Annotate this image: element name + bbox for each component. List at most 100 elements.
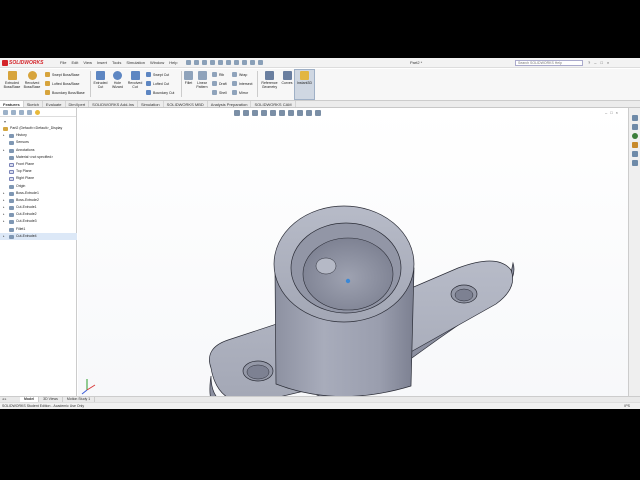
graphics-area[interactable]: – □ ×: [78, 108, 628, 396]
tree-item[interactable]: ▸ Annotations: [0, 147, 77, 154]
tab-evaluate[interactable]: Evaluate: [43, 101, 66, 107]
tree-item[interactable]: Origin: [0, 183, 77, 190]
save-icon[interactable]: [210, 60, 215, 65]
tab-features[interactable]: Features: [0, 101, 24, 107]
view-palette-icon[interactable]: [632, 142, 638, 148]
menu-edit[interactable]: Edit: [71, 60, 78, 65]
menu-view[interactable]: View: [83, 60, 92, 65]
rebuild-icon[interactable]: [242, 60, 247, 65]
intersect-button[interactable]: Intersect: [232, 81, 252, 86]
boundary-cut-button[interactable]: Boundary Cut: [146, 90, 174, 95]
dimxpert-manager-icon[interactable]: [27, 110, 32, 115]
search-input[interactable]: Search SOLIDWORKS Help: [515, 60, 583, 66]
display-manager-icon[interactable]: [35, 110, 40, 115]
menu-insert[interactable]: Insert: [97, 60, 107, 65]
tree-item[interactable]: Material <not specified>: [0, 154, 77, 161]
tree-item[interactable]: Part2 (Default<<Default>_Display: [0, 125, 77, 132]
select-icon[interactable]: [234, 60, 239, 65]
tree-item[interactable]: ▸ Cut-Extrude1: [0, 204, 77, 211]
expand-caret-icon[interactable]: ▸: [3, 204, 5, 211]
intersect-label: Intersect: [239, 81, 253, 86]
appearances-icon[interactable]: [632, 151, 638, 157]
tree-item[interactable]: ▸ Cut-Extrude3: [0, 218, 77, 225]
expand-caret-icon[interactable]: ▸: [3, 233, 5, 240]
curves-button[interactable]: Curves: [281, 71, 293, 85]
swept-cut-button[interactable]: Swept Cut: [146, 72, 169, 77]
rib-button[interactable]: Rib: [212, 72, 224, 77]
draft-button[interactable]: Draft: [212, 81, 227, 86]
hole-wizard-button[interactable]: Hole Wizard: [110, 71, 125, 89]
expand-caret-icon[interactable]: ▸: [3, 190, 5, 197]
feature-manager-icon[interactable]: [3, 110, 8, 115]
part-model[interactable]: [78, 108, 628, 396]
help-icon[interactable]: ?: [588, 60, 590, 65]
property-manager-icon[interactable]: [11, 110, 16, 115]
tab-sketch[interactable]: Sketch: [24, 101, 43, 107]
tree-item-label: Material <not specified>: [16, 154, 54, 159]
tree-item[interactable]: ▸ Boss-Extrude2: [0, 197, 77, 204]
expand-caret-icon[interactable]: ▸: [3, 218, 5, 225]
fillet-button[interactable]: Fillet: [183, 71, 194, 85]
tree-item-label: Annotations: [16, 147, 35, 152]
new-document-icon[interactable]: [194, 60, 199, 65]
revolved-cut-button[interactable]: Revolved Cut: [127, 71, 143, 89]
undo-icon[interactable]: [226, 60, 231, 65]
lofted-cut-button[interactable]: Lofted Cut: [146, 81, 169, 86]
tree-item[interactable]: Sensors: [0, 139, 77, 146]
tab-simulation[interactable]: Simulation: [138, 101, 164, 107]
menu-tools[interactable]: Tools: [112, 60, 121, 65]
minimize-button[interactable]: –: [594, 60, 596, 65]
revolved-boss-button[interactable]: Revolved Boss/Base: [22, 71, 42, 89]
expand-caret-icon[interactable]: ▸: [3, 197, 5, 204]
origin-marker: [345, 278, 351, 284]
tree-item[interactable]: ▸ Cut-Extrude4: [0, 232, 77, 240]
mirror-button[interactable]: Mirror: [232, 90, 248, 95]
tab-addins[interactable]: SOLIDWORKS Add-Ins: [89, 101, 138, 107]
tree-item[interactable]: ▸ Boss-Extrude1: [0, 190, 77, 197]
lofted-boss-button[interactable]: Lofted Boss/Base: [45, 81, 79, 86]
configuration-manager-icon[interactable]: [19, 110, 24, 115]
ribbon-separator: [181, 71, 182, 97]
expand-caret-icon[interactable]: ▸: [3, 132, 5, 139]
boundary-boss-button[interactable]: Boundary Boss/Base: [45, 90, 85, 95]
shell-button[interactable]: Shell: [212, 90, 227, 95]
print-icon[interactable]: [218, 60, 223, 65]
menu-file[interactable]: File: [60, 60, 66, 65]
tab-mbd[interactable]: SOLIDWORKS MBD: [164, 101, 208, 107]
expand-caret-icon[interactable]: ▸: [3, 147, 5, 154]
linear-pattern-button[interactable]: Linear Pattern: [195, 71, 209, 89]
tab-dimxpert[interactable]: DimXpert: [66, 101, 90, 107]
menu-simulation[interactable]: Simulation: [126, 60, 145, 65]
swept-boss-button[interactable]: Swept Boss/Base: [45, 72, 79, 77]
tab-analysis-preparation[interactable]: Analysis Preparation: [208, 101, 252, 107]
extruded-cut-button[interactable]: Extruded Cut: [93, 71, 108, 89]
extruded-boss-button[interactable]: Extruded Boss/Base: [3, 71, 21, 89]
expand-caret-icon[interactable]: ▸: [3, 211, 5, 218]
close-button[interactable]: ×: [607, 60, 609, 65]
reference-geometry-button[interactable]: Reference Geometry: [259, 71, 280, 89]
menu-help[interactable]: Help: [169, 60, 177, 65]
solidworks-resources-icon[interactable]: [632, 115, 638, 121]
tree-item[interactable]: ▸ History: [0, 132, 77, 139]
options-icon[interactable]: [258, 60, 263, 65]
wrap-button[interactable]: Wrap: [232, 72, 247, 77]
tab-cam[interactable]: SOLIDWORKS CAM: [251, 101, 296, 107]
home-icon[interactable]: [186, 60, 191, 65]
instant3d-button[interactable]: Instant3D: [294, 69, 315, 100]
menu-window[interactable]: Window: [150, 60, 164, 65]
file-properties-icon[interactable]: [250, 60, 255, 65]
solidworks-logo[interactable]: SOLIDWORKS: [2, 59, 43, 67]
tree-item[interactable]: Fillet1: [0, 226, 77, 233]
tree-item[interactable]: Right Plane: [0, 175, 77, 182]
tree-item[interactable]: Front Plane: [0, 161, 77, 168]
feature-icon: [9, 227, 14, 232]
file-explorer-icon[interactable]: [632, 133, 638, 139]
filter-icon[interactable]: ▾: [4, 119, 6, 124]
units-indicator[interactable]: IPS: [624, 403, 630, 409]
maximize-button[interactable]: □: [600, 60, 602, 65]
open-icon[interactable]: [202, 60, 207, 65]
tree-item[interactable]: Top Plane: [0, 168, 77, 175]
custom-properties-icon[interactable]: [632, 160, 638, 166]
design-library-icon[interactable]: [632, 124, 638, 130]
tree-item[interactable]: ▸ Cut-Extrude2: [0, 211, 77, 218]
